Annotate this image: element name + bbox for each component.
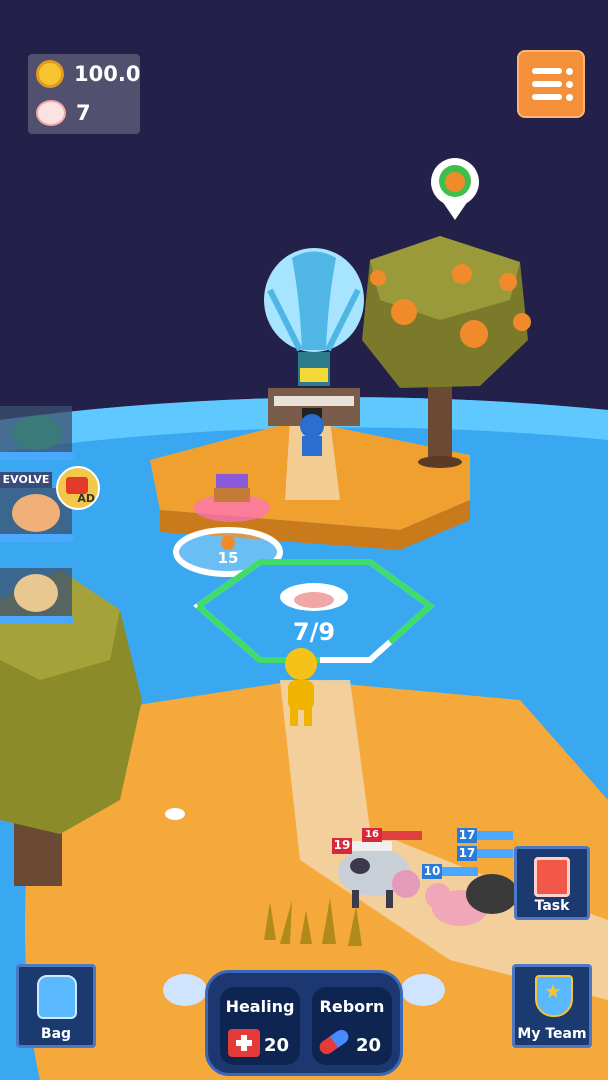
evolve-label[interactable]: EVOLVE (0, 472, 52, 488)
seal-pet-icon (12, 416, 62, 450)
paw-row: 7 (36, 100, 91, 126)
coin-icon (36, 60, 64, 88)
task-button[interactable]: Task (514, 846, 590, 920)
hp-red-bar-2 (382, 831, 422, 840)
coin-value: 100.0( (74, 62, 140, 86)
pet-slot-3[interactable] (0, 568, 74, 624)
hp-blue-bar-1 (477, 831, 513, 840)
hex-progress-label: 7/9 (292, 618, 336, 646)
healing-button[interactable]: Healing 20 (220, 987, 300, 1065)
menu-button[interactable] (517, 50, 585, 118)
first-aid-kit-icon (228, 1029, 260, 1057)
pet-1-health-bar (0, 452, 74, 460)
hp-red-tag-2: 16 (362, 828, 382, 842)
ad-label: AD (77, 492, 95, 505)
hamster-pet-icon (12, 494, 60, 532)
hp-blue-bar-2 (477, 849, 513, 858)
healing-count: 20 (264, 1035, 290, 1056)
wing-left (163, 974, 207, 1006)
currency-panel: 100.0( 7 (28, 54, 140, 134)
wing-right (401, 974, 445, 1006)
hp-blue-bar-3 (442, 867, 478, 876)
hp-blue-tag-3: 10 (422, 864, 442, 879)
pet-slot-1[interactable] (0, 406, 74, 460)
node-cost-label: 15 (217, 549, 239, 567)
my-team-label: My Team (517, 1026, 587, 1042)
bird-pet-icon (14, 574, 58, 612)
reborn-label: Reborn (319, 997, 385, 1016)
star-icon: ★ (544, 979, 562, 1003)
pet-3-health-bar (0, 616, 74, 624)
my-team-button[interactable]: ★ My Team (512, 964, 592, 1048)
pill-capsule-icon (316, 1027, 352, 1057)
hp-red-tag-1: 19 (332, 838, 352, 854)
healing-label: Healing (225, 997, 295, 1016)
bag-label: Bag (40, 1026, 72, 1042)
consumables-panel: Healing 20 Reborn 20 (205, 970, 403, 1076)
backpack-icon (37, 975, 77, 1019)
reborn-count: 20 (356, 1035, 382, 1056)
hp-red-bar-1 (352, 841, 392, 851)
hp-blue-tag-1: 17 (457, 828, 477, 843)
balloon-npc (300, 408, 324, 456)
reborn-button[interactable]: Reborn 20 (312, 987, 392, 1065)
watch-ad-button[interactable]: AD (56, 466, 100, 510)
task-label: Task (534, 898, 570, 914)
clipboard-icon (534, 857, 570, 897)
paw-icon (36, 100, 66, 126)
bag-button[interactable]: Bag (16, 964, 96, 1048)
pet-2-health-bar (0, 534, 74, 542)
hp-blue-tag-2: 17 (457, 846, 477, 861)
hot-air-balloon (264, 248, 364, 426)
stone (165, 808, 185, 820)
paw-value: 7 (76, 101, 91, 125)
coin-row: 100.0( (36, 60, 140, 88)
